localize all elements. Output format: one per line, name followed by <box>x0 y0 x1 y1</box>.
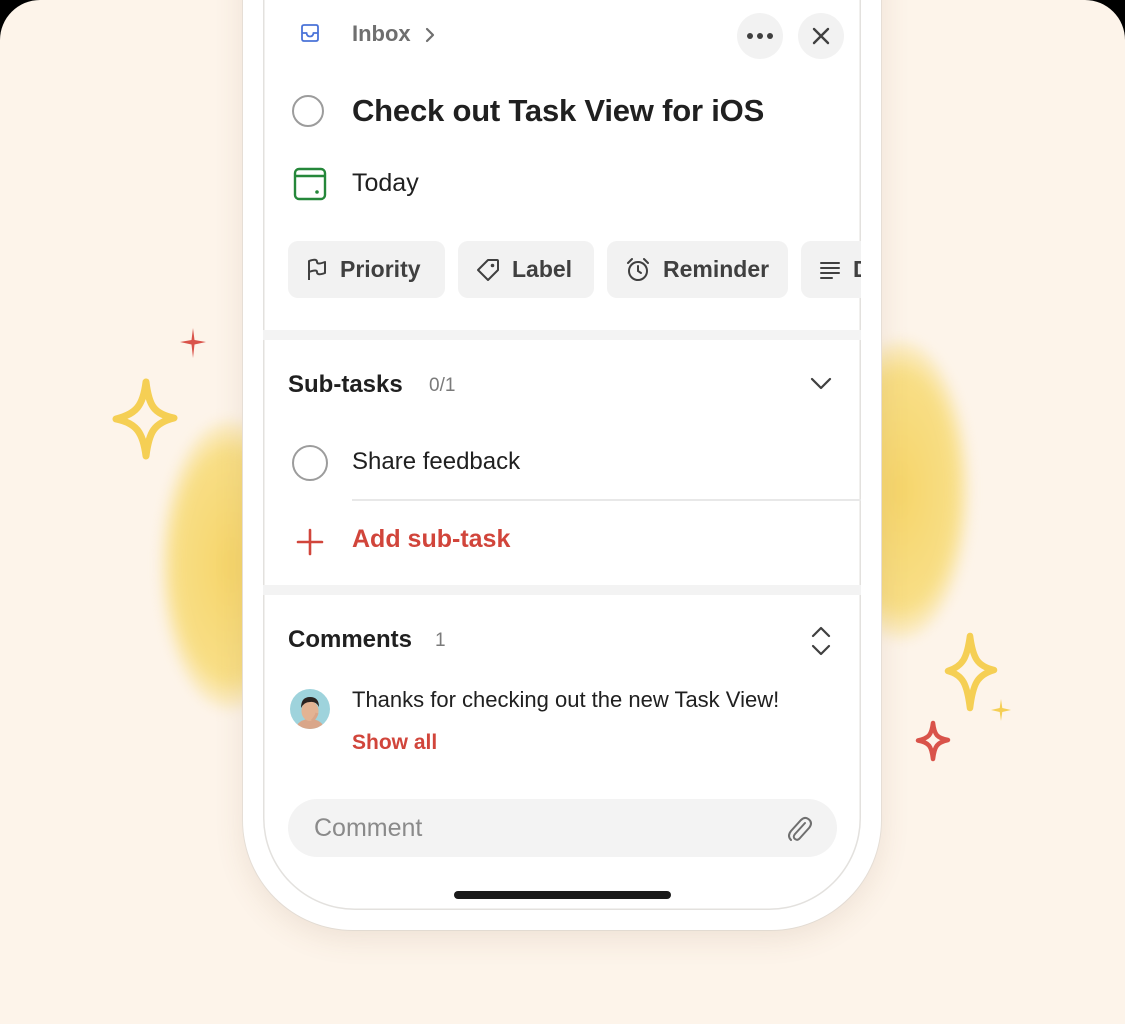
more-options-button[interactable] <box>737 13 783 59</box>
sparkle-yellow-large-icon <box>112 378 178 460</box>
paperclip-icon[interactable] <box>785 814 813 844</box>
subtasks-count: 0/1 <box>429 375 456 396</box>
sparkle-red-right-icon <box>915 720 951 762</box>
description-chip[interactable]: D <box>801 241 861 298</box>
close-button[interactable] <box>798 13 844 59</box>
description-chip-label: D <box>853 256 861 283</box>
comment-text: Thanks for checking out the new Task Vie… <box>352 687 780 712</box>
comments-heading: Comments <box>288 626 413 653</box>
comment-input[interactable] <box>288 799 837 857</box>
calendar-icon <box>293 167 327 201</box>
reminder-chip[interactable]: Reminder <box>607 241 788 298</box>
priority-chip-label: Priority <box>340 256 421 282</box>
reminder-chip-label: Reminder <box>663 256 770 282</box>
sparkle-red-small-icon <box>180 328 206 358</box>
task-title[interactable]: Check out Task View for iOS <box>352 93 764 129</box>
subtask-checkbox[interactable] <box>292 445 328 481</box>
comments-count: 1 <box>435 630 446 651</box>
section-divider <box>263 585 861 595</box>
due-date-label[interactable]: Today <box>352 169 419 198</box>
subtasks-heading: Sub-tasks <box>288 371 403 398</box>
show-all-comments-link[interactable]: Show all <box>352 731 437 755</box>
background-canvas: Inbox Check out Task View for iOS Today … <box>0 0 1125 1024</box>
sparkle-yellow-small-icon <box>991 699 1011 721</box>
chevron-right-icon[interactable] <box>423 26 437 44</box>
label-chip-label: Label <box>512 256 573 282</box>
plus-icon[interactable] <box>296 528 324 556</box>
inbox-icon <box>301 24 319 42</box>
subtask-label[interactable]: Share feedback <box>352 448 520 476</box>
priority-chip[interactable]: Priority <box>288 241 445 298</box>
more-horizontal-icon <box>747 33 773 39</box>
tag-icon <box>477 258 499 281</box>
alarm-clock-icon <box>627 257 649 281</box>
avatar[interactable] <box>290 689 330 729</box>
flag-icon <box>308 258 326 280</box>
task-view-screen: Inbox Check out Task View for iOS Today … <box>263 0 861 910</box>
add-subtask-button[interactable]: Add sub-task <box>352 525 510 554</box>
home-indicator <box>454 891 671 899</box>
subtask-divider <box>352 499 861 501</box>
close-icon <box>812 27 830 45</box>
breadcrumb-project-label[interactable]: Inbox <box>352 21 411 47</box>
description-icon <box>820 261 840 279</box>
section-divider <box>263 330 861 340</box>
task-complete-checkbox[interactable] <box>292 95 324 127</box>
phone-frame: Inbox Check out Task View for iOS Today … <box>243 0 881 930</box>
label-chip[interactable]: Label <box>458 241 594 298</box>
chevron-down-icon[interactable] <box>809 375 833 391</box>
user-avatar-image <box>290 689 330 729</box>
expand-collapse-icon[interactable] <box>809 624 833 658</box>
